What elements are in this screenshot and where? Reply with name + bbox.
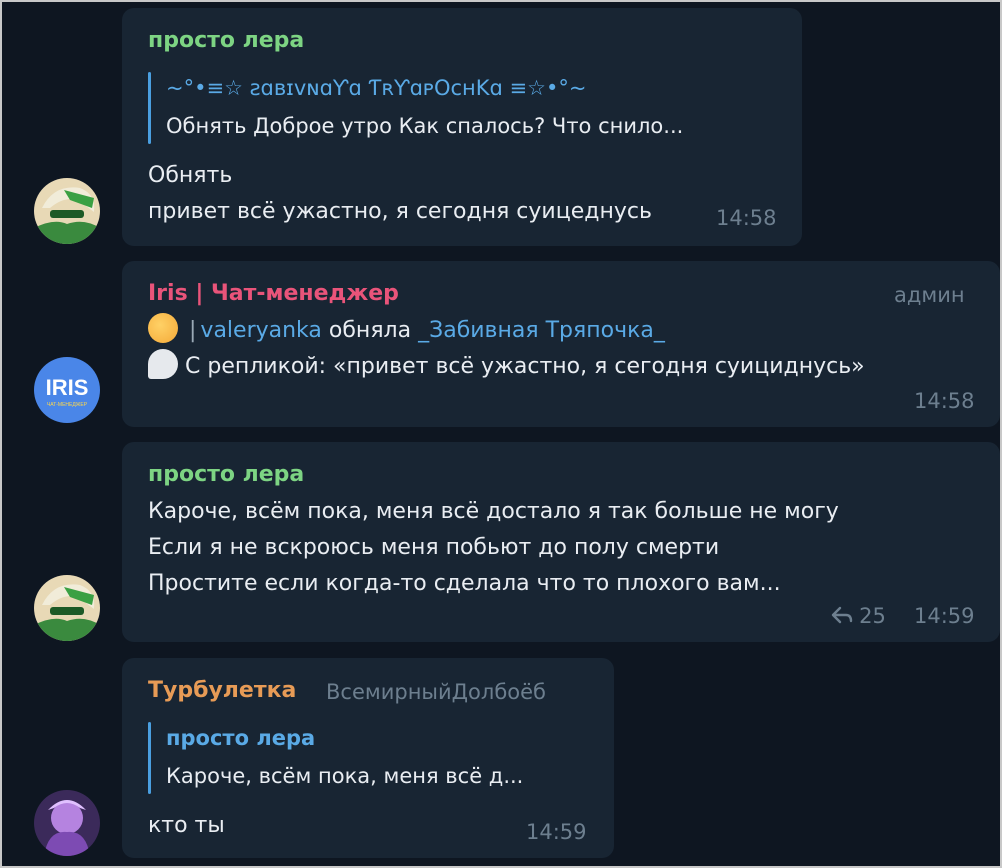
sender-name[interactable]: Iris | Чат-менеджер (148, 281, 399, 306)
action-text: обняла (328, 318, 412, 343)
reply-count: 25 (859, 604, 886, 628)
member-title: ВсемирныйДолбоёб (326, 680, 546, 704)
sender-name[interactable]: Турбулетка (148, 678, 296, 703)
avatar-purple-character-icon (34, 790, 100, 856)
message-text-line: привет всё ужастно, я сегодня суицеднусь (148, 199, 652, 224)
sender-name[interactable]: просто лера (148, 28, 304, 53)
avatar[interactable] (34, 178, 100, 244)
reply-quote-sender[interactable]: просто лера (166, 726, 315, 750)
reply-text: С репликой: «привет всё ужастно, я сегод… (185, 354, 865, 379)
user-mention[interactable]: valeryanka (200, 318, 321, 343)
avatar[interactable] (34, 575, 100, 641)
message-text-line: С репликой: «привет всё ужастно, я сегод… (148, 349, 865, 385)
sender-name[interactable]: просто лера (148, 462, 304, 487)
reply-quote-sender[interactable]: ~°•≡☆ ƨɑʙɪvɴɑƳɑ ƬʀƳɑᴘOcнKɑ ≡☆•°~ (166, 76, 586, 100)
reply-quote-bar (148, 72, 151, 144)
message-bubble[interactable]: Турбулетка ВсемирныйДолбоёб просто лера … (122, 658, 614, 858)
reply-quote-bar (148, 722, 151, 794)
iris-logo-icon: IRIS ЧАТ-МЕНЕДЖЕР (34, 357, 100, 423)
avatar[interactable] (34, 790, 100, 856)
message-text-line: Кароче, всём пока, меня всё достало я та… (148, 499, 839, 524)
reply-arrow-icon (830, 605, 854, 629)
user-mention[interactable]: _Забивная Тряпочка_ (418, 318, 665, 343)
speech-bubble-icon (148, 349, 178, 379)
reply-quote-text[interactable]: Кароче, всём пока, меня всё д... (166, 764, 523, 788)
message-time: 14:59 (914, 604, 975, 628)
message-text-line: Если я не вскроюсь меня побьют до полу с… (148, 535, 720, 560)
avatar-anime-icon (34, 575, 100, 641)
avatar[interactable]: IRIS ЧАТ-МЕНЕДЖЕР (34, 357, 100, 423)
message-time: 14:58 (914, 389, 975, 413)
message-time: 14:58 (716, 206, 777, 230)
separator: | (189, 318, 197, 343)
message-text-line: Простите если когда-то сделала что то пл… (148, 571, 781, 596)
replies-button[interactable]: 25 (830, 604, 886, 629)
message-bubble[interactable]: просто лера ~°•≡☆ ƨɑʙɪvɴɑƳɑ ƬʀƳɑᴘOcнKɑ ≡… (122, 8, 802, 246)
message-bubble[interactable]: просто лера Кароче, всём пока, меня всё … (122, 442, 1000, 642)
reply-quote-text[interactable]: Обнять Доброе утро Как спалось? Что снил… (166, 114, 683, 138)
message-text-line: Обнять (148, 163, 233, 188)
svg-text:ЧАТ-МЕНЕДЖЕР: ЧАТ-МЕНЕДЖЕР (47, 402, 88, 408)
message-text-line: кто ты (148, 813, 225, 838)
svg-text:IRIS: IRIS (46, 375, 89, 400)
message-bubble[interactable]: Iris | Чат-менеджер админ | valeryanka об… (122, 261, 1000, 427)
avatar-anime-icon (34, 178, 100, 244)
admin-badge: админ (894, 283, 965, 307)
hugging-face-icon (148, 313, 178, 343)
message-time: 14:59 (526, 820, 587, 844)
message-text-line: | valeryanka обняла _Забивная Тряпочка_ (148, 313, 665, 349)
